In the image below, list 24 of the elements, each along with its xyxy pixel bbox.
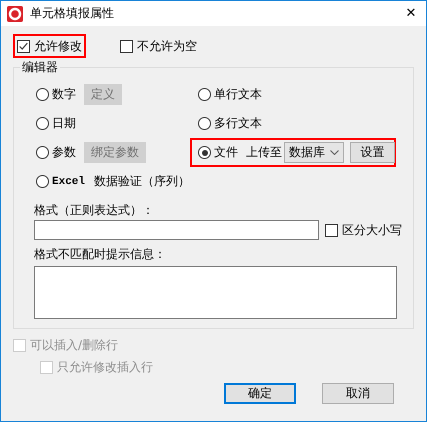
group-title: 编辑器 xyxy=(20,59,60,76)
checkbox[interactable]: 区分大小写 xyxy=(325,220,402,240)
radio-button[interactable]: 多行文本 xyxy=(198,115,262,132)
radio-button[interactable]: 数字 xyxy=(36,86,76,103)
radio-button[interactable]: Excel 数据验证（序列） xyxy=(36,173,190,190)
storage-dropdown[interactable]: 数据库 xyxy=(284,142,344,163)
checkbox[interactable]: 不允许为空 xyxy=(120,36,197,56)
cancel-button[interactable]: 取消 xyxy=(322,383,394,404)
checkmark-icon xyxy=(18,40,29,52)
field-label: 格式不匹配时提示信息： xyxy=(34,246,167,263)
upload-label: 上传至 xyxy=(246,144,282,161)
app-logo-icon xyxy=(7,6,23,22)
field-label: 格式（正则表达式）： xyxy=(34,202,155,219)
radio-button[interactable]: 文件 xyxy=(198,144,238,161)
window-title: 单元格填报属性 xyxy=(30,5,115,22)
settings-button[interactable]: 设置 xyxy=(350,142,395,163)
input-field[interactable] xyxy=(34,220,319,240)
close-button[interactable]: ✕ xyxy=(396,6,426,21)
radio-button[interactable]: 日期 xyxy=(36,115,76,132)
radio-button[interactable]: 参数 xyxy=(36,144,76,161)
message-field[interactable] xyxy=(34,266,397,319)
radio-button[interactable]: 单行文本 xyxy=(198,86,262,103)
chevron-down-icon xyxy=(330,150,339,155)
ok-button[interactable]: 确定 xyxy=(224,383,296,404)
